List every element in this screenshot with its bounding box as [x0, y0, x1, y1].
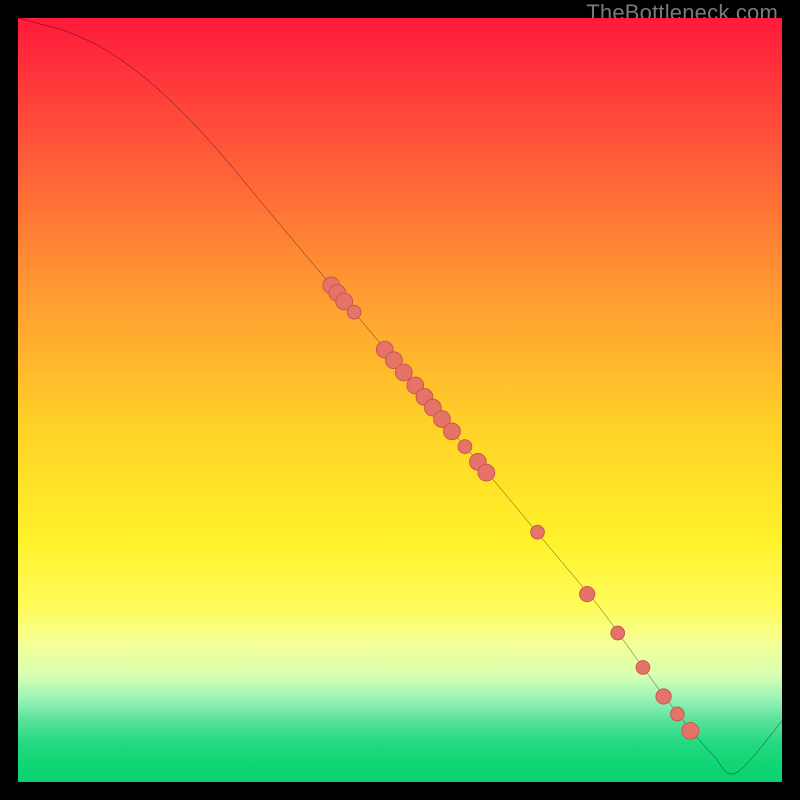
- data-marker: [636, 661, 650, 675]
- data-marker: [656, 689, 671, 704]
- data-marker: [611, 626, 625, 640]
- bottleneck-curve: [18, 18, 782, 774]
- data-marker: [478, 464, 495, 481]
- chart-frame: TheBottleneck.com: [0, 0, 800, 800]
- data-marker: [444, 423, 461, 440]
- data-marker: [531, 525, 545, 539]
- plot-area: [18, 18, 782, 782]
- curve-layer: [18, 18, 782, 782]
- data-marker: [458, 440, 472, 454]
- data-marker: [670, 707, 684, 721]
- data-marker: [682, 722, 699, 739]
- data-markers: [323, 277, 699, 739]
- data-marker: [347, 305, 361, 319]
- data-marker: [580, 586, 595, 601]
- data-marker: [395, 364, 412, 381]
